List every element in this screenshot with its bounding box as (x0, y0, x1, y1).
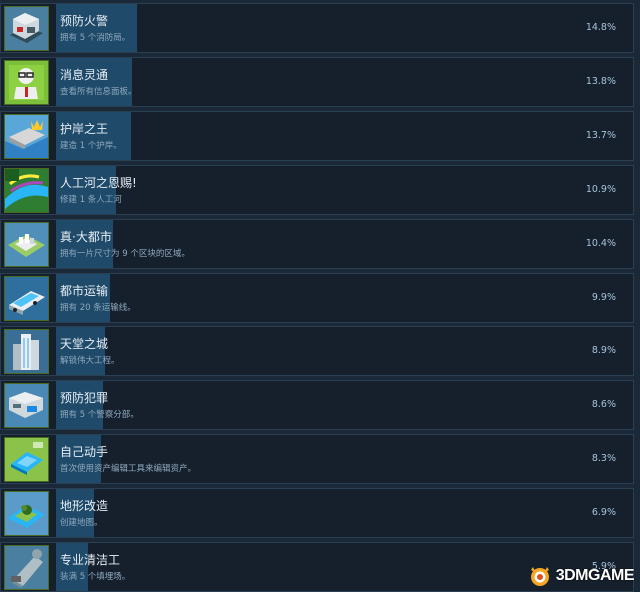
achievement-description: 拥有 5 个消防局。 (60, 33, 131, 43)
achievement-title: 天堂之城 (60, 337, 109, 352)
unlock-percentage: 9.9% (591, 291, 616, 303)
terrain-icon (4, 491, 49, 537)
unlock-percentage: 8.6% (591, 399, 616, 411)
achievement-row[interactable]: 天堂之城解锁伟大工程。 8.9% (0, 326, 634, 377)
achievement-row[interactable]: 地形改造创建地图。 6.9% (0, 488, 634, 539)
achievement-title: 消息灵通 (60, 67, 109, 82)
achievement-row[interactable]: 都市运输拥有 20 条运输线。 9.9% (0, 272, 634, 323)
fire-station-icon (4, 6, 49, 51)
landfill-icon (4, 545, 49, 590)
advisor-icon (4, 59, 49, 105)
achievement-title: 护岸之王 (60, 121, 109, 136)
watermark: 3DMGAME (527, 564, 635, 588)
achievement-title: 地形改造 (60, 499, 109, 514)
achievement-description: 解锁伟大工程。 (60, 356, 120, 367)
achievement-row[interactable]: 自己动手首次使用资产编辑工具来编辑资产。 8.3% (0, 434, 634, 485)
achievement-title: 预防火警 (60, 14, 109, 28)
unlock-percentage: 8.9% (591, 345, 616, 357)
achievement-row[interactable]: 预防火警拥有 5 个消防局。 14.8% (0, 3, 634, 53)
achievement-description: 拥有 20 条运输线。 (60, 302, 136, 313)
achievement-row[interactable]: 消息灵通查看所有信息面板。 13.8% (0, 56, 634, 107)
achievement-title: 真·大都市 (60, 229, 112, 244)
quay-crown-icon (4, 113, 49, 159)
achievement-description: 首次使用资产编辑工具来编辑资产。 (60, 464, 197, 475)
3dmgame-logo-icon (530, 567, 549, 586)
achievement-title: 专业清洁工 (60, 553, 121, 567)
achievement-description: 拥有 5 个警察分部。 (60, 410, 139, 421)
achievement-description: 装满 5 个填埋场。 (60, 572, 131, 582)
unlock-percentage: 10.4% (585, 237, 616, 249)
achievement-description: 拥有一片尺寸为 9 个区块的区域。 (60, 248, 190, 259)
achievement-description: 创建地图。 (60, 518, 103, 529)
achievement-description: 建造 1 个护岸。 (60, 140, 122, 151)
achievement-description: 修建 1 条人工河 (60, 194, 122, 205)
unlock-percentage: 8.3% (591, 453, 616, 465)
achievement-description: 查看所有信息面板。 (60, 86, 137, 97)
police-station-icon (4, 383, 49, 429)
unlock-percentage: 13.8% (585, 75, 616, 87)
achievement-title: 自己动手 (60, 445, 109, 460)
unlock-percentage: 6.9% (591, 507, 616, 519)
achievement-row[interactable]: 人工河之恩赐! 修建 1 条人工河 10.9% (0, 164, 634, 215)
achievement-row[interactable]: 护岸之王建造 1 个护岸。 13.7% (0, 110, 634, 161)
unlock-percentage: 14.8% (585, 22, 616, 33)
skyscraper-icon (4, 329, 49, 375)
achievement-row[interactable]: 预防犯罪拥有 5 个警察分部。 8.6% (0, 380, 634, 431)
asset-editor-icon (4, 437, 49, 483)
unlock-percentage: 10.9% (585, 183, 616, 195)
achievement-row[interactable]: 真·大都市拥有一片尺寸为 9 个区块的区域。 10.4% (0, 218, 634, 269)
metropolis-icon (4, 221, 49, 267)
canal-icon (4, 167, 49, 213)
achievement-title: 预防犯罪 (60, 391, 109, 406)
unlock-percentage: 13.7% (585, 129, 616, 141)
achievement-title: 人工河之恩赐! (60, 175, 137, 190)
bus-icon (4, 275, 49, 321)
watermark-text: 3DMGAME (555, 567, 635, 584)
achievement-title: 都市运输 (60, 283, 109, 298)
